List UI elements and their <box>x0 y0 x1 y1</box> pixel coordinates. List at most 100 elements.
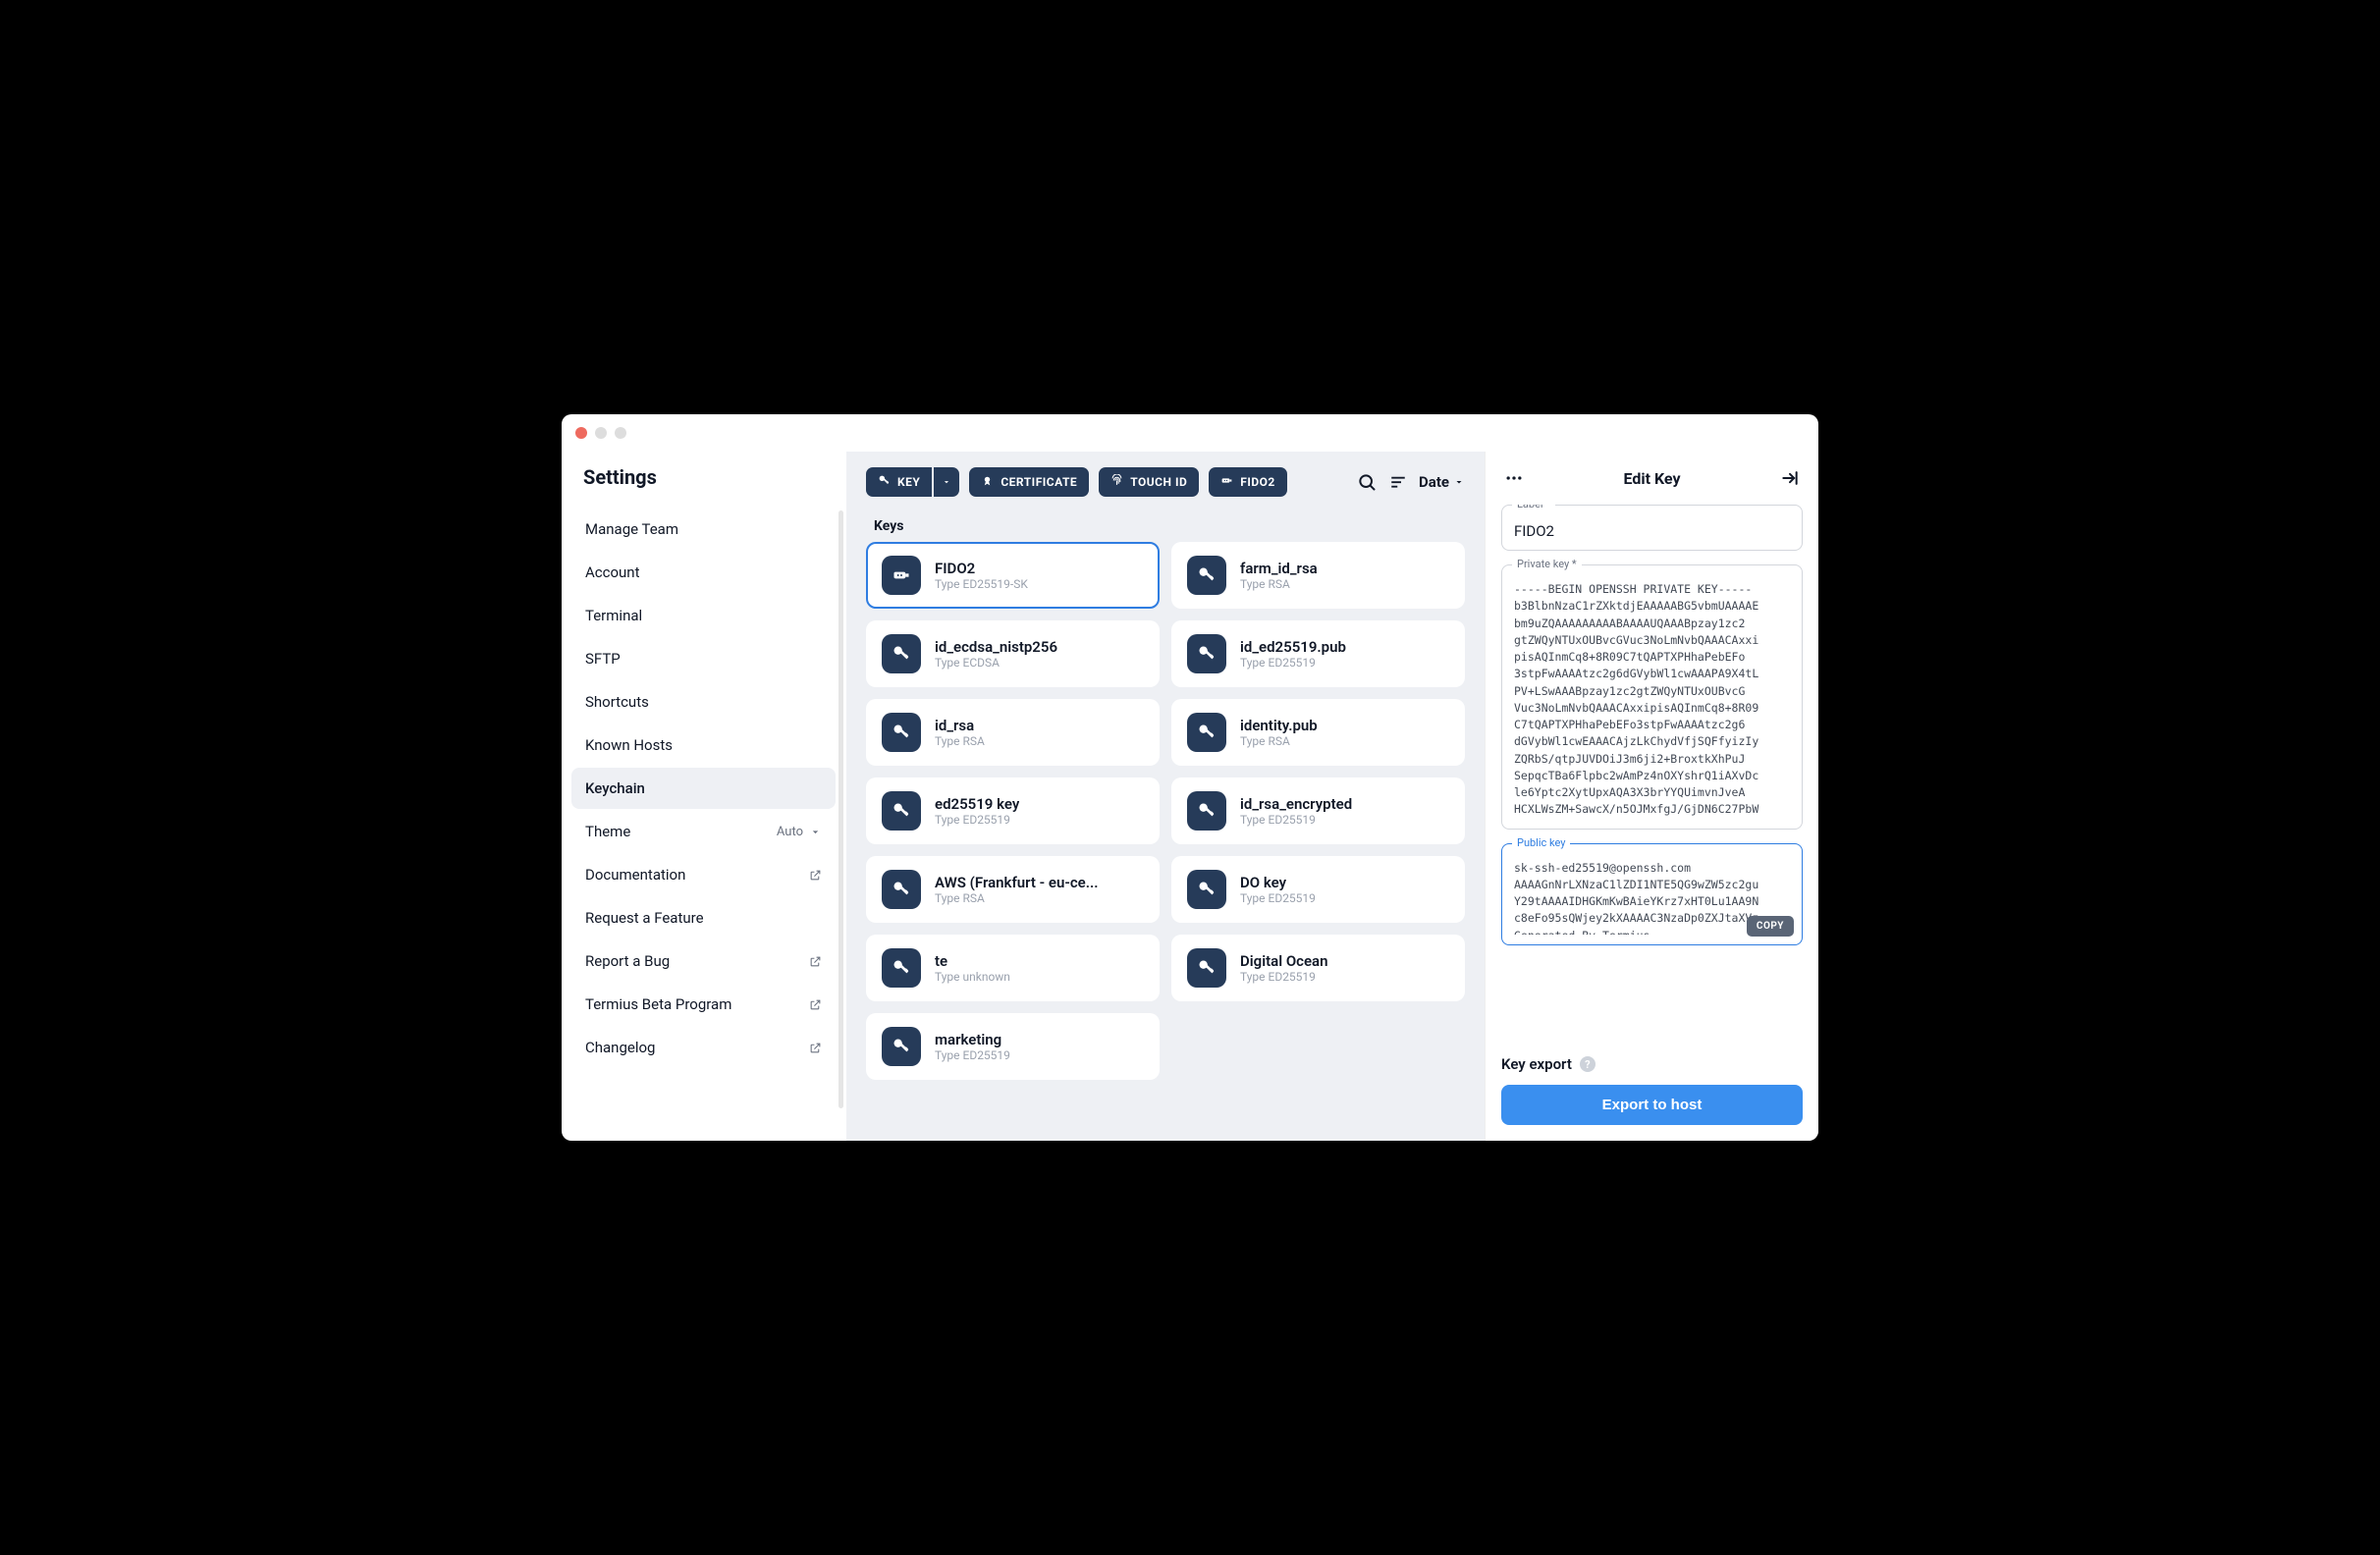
sidebar-item-known-hosts[interactable]: Known Hosts <box>571 724 836 766</box>
sidebar-item-terminal[interactable]: Terminal <box>571 595 836 636</box>
sidebar-item-sftp[interactable]: SFTP <box>571 638 836 679</box>
add-key-dropdown[interactable] <box>934 467 959 497</box>
minimize-window-button[interactable] <box>595 427 607 439</box>
key-card[interactable]: farm_id_rsa Type RSA <box>1171 542 1465 609</box>
sidebar-item-label: Changelog <box>585 1039 655 1056</box>
sort-icon[interactable] <box>1387 471 1409 493</box>
private-key-field[interactable]: Private key * -----BEGIN OPENSSH PRIVATE… <box>1501 564 1803 830</box>
sidebar-item-manage-team[interactable]: Manage Team <box>571 509 836 550</box>
close-window-button[interactable] <box>575 427 587 439</box>
add-certificate-button[interactable]: CERTIFICATE <box>969 467 1089 497</box>
key-type: Type ED25519 <box>1240 656 1346 670</box>
key-icon <box>882 1027 921 1066</box>
key-type: Type ECDSA <box>935 656 1057 670</box>
external-link-icon <box>809 998 822 1011</box>
sidebar-item-account[interactable]: Account <box>571 552 836 593</box>
sidebar-item-keychain[interactable]: Keychain <box>571 768 836 809</box>
titlebar <box>562 414 1818 452</box>
label-field[interactable]: Label * <box>1501 505 1803 551</box>
key-card[interactable]: identity.pub Type RSA <box>1171 699 1465 766</box>
key-type: Type ED25519-SK <box>935 577 1028 591</box>
sidebar-item-label: Termius Beta Program <box>585 995 731 1013</box>
export-to-host-button[interactable]: Export to host <box>1501 1085 1803 1125</box>
sidebar-item-theme[interactable]: Theme Auto <box>571 811 836 852</box>
add-fido2-button[interactable]: FIDO2 <box>1209 467 1287 497</box>
keys-scroll: FIDO2 Type ED25519-SK farm_id_rsa Type R… <box>846 542 1485 1141</box>
private-key-value[interactable]: -----BEGIN OPENSSH PRIVATE KEY----- b3Bl… <box>1514 581 1790 819</box>
label-input[interactable] <box>1514 522 1790 540</box>
sidebar: Settings Manage Team Account Terminal SFTP S… <box>562 452 846 1141</box>
sidebar-item-label: Terminal <box>585 607 642 624</box>
more-icon[interactable] <box>1503 467 1525 489</box>
chip-label: FIDO2 <box>1240 475 1275 489</box>
details-panel: Edit Key Label * Private key * -----BEGI… <box>1485 452 1818 1141</box>
sidebar-item-label: Report a Bug <box>585 952 670 970</box>
add-key-button[interactable]: KEY <box>866 467 932 497</box>
toolbar: KEY CERTIFICATE TOUCH ID FIDO2 Date <box>846 452 1485 509</box>
key-type: Type unknown <box>935 970 1010 984</box>
sidebar-item-documentation[interactable]: Documentation <box>571 854 836 895</box>
sidebar-item-label: Documentation <box>585 866 685 884</box>
fido-icon <box>882 556 921 595</box>
search-icon[interactable] <box>1356 471 1378 493</box>
sidebar-item-label: Theme <box>585 823 630 840</box>
public-key-field[interactable]: Public key sk-ssh-ed25519@openssh.com AA… <box>1501 843 1803 945</box>
sidebar-item-termius-beta-program[interactable]: Termius Beta Program <box>571 984 836 1025</box>
key-card[interactable]: DO key Type ED25519 <box>1171 856 1465 923</box>
public-key-label: Public key <box>1512 836 1570 849</box>
key-icon <box>882 791 921 831</box>
sort-select[interactable]: Date <box>1419 473 1465 491</box>
key-type: Type RSA <box>1240 577 1318 591</box>
key-icon <box>882 634 921 673</box>
key-card[interactable]: FIDO2 Type ED25519-SK <box>866 542 1160 609</box>
key-card[interactable]: id_rsa_encrypted Type ED25519 <box>1171 778 1465 844</box>
key-name: ed25519 key <box>935 795 1019 813</box>
app-window: Settings Manage Team Account Terminal SFTP S… <box>562 414 1818 1141</box>
key-name: id_ed25519.pub <box>1240 638 1346 656</box>
key-type: Type RSA <box>1240 734 1318 748</box>
sidebar-item-changelog[interactable]: Changelog <box>571 1027 836 1068</box>
sidebar-item-report-a-bug[interactable]: Report a Bug <box>571 940 836 982</box>
sidebar-item-label: SFTP <box>585 650 621 668</box>
main-column: KEY CERTIFICATE TOUCH ID FIDO2 Date Keys <box>846 452 1485 1141</box>
key-card[interactable]: Digital Ocean Type ED25519 <box>1171 935 1465 1001</box>
sidebar-item-label: Account <box>585 563 640 581</box>
key-name: id_ecdsa_nistp256 <box>935 638 1057 656</box>
sidebar-item-label: Request a Feature <box>585 909 704 927</box>
chip-label: KEY <box>897 475 920 489</box>
key-name: identity.pub <box>1240 717 1318 734</box>
key-name: marketing <box>935 1031 1010 1048</box>
key-type: Type RSA <box>935 734 985 748</box>
maximize-window-button[interactable] <box>615 427 626 439</box>
key-icon <box>1187 948 1226 988</box>
sidebar-item-shortcuts[interactable]: Shortcuts <box>571 681 836 723</box>
key-icon <box>1187 791 1226 831</box>
key-name: AWS (Frankfurt - eu-ce... <box>935 874 1099 891</box>
key-card[interactable]: id_rsa Type RSA <box>866 699 1160 766</box>
collapse-panel-icon[interactable] <box>1779 467 1801 489</box>
key-icon <box>1187 713 1226 752</box>
key-name: DO key <box>1240 874 1316 891</box>
sidebar-item-request-a-feature[interactable]: Request a Feature <box>571 897 836 938</box>
export-title: Key export <box>1501 1055 1572 1073</box>
key-card[interactable]: marketing Type ED25519 <box>866 1013 1160 1080</box>
sidebar-title: Settings <box>562 452 845 509</box>
chevron-down-icon <box>809 826 822 838</box>
key-name: id_rsa_encrypted <box>1240 795 1352 813</box>
add-touchid-button[interactable]: TOUCH ID <box>1099 467 1199 497</box>
key-card[interactable]: te Type unknown <box>866 935 1160 1001</box>
sidebar-item-label: Keychain <box>585 779 645 797</box>
copy-button[interactable]: COPY <box>1747 916 1794 937</box>
label-field-label: Label * <box>1512 505 1555 510</box>
section-title: Keys <box>846 509 1485 542</box>
help-icon[interactable]: ? <box>1580 1056 1596 1072</box>
key-name: te <box>935 952 1010 970</box>
key-name: Digital Ocean <box>1240 952 1328 970</box>
chip-label: CERTIFICATE <box>1001 475 1077 489</box>
key-card[interactable]: id_ed25519.pub Type ED25519 <box>1171 620 1465 687</box>
key-card[interactable]: ed25519 key Type ED25519 <box>866 778 1160 844</box>
key-card[interactable]: AWS (Frankfurt - eu-ce... Type RSA <box>866 856 1160 923</box>
panel-title: Edit Key <box>1623 469 1680 488</box>
sidebar-item-meta: Auto <box>777 825 803 839</box>
key-card[interactable]: id_ecdsa_nistp256 Type ECDSA <box>866 620 1160 687</box>
